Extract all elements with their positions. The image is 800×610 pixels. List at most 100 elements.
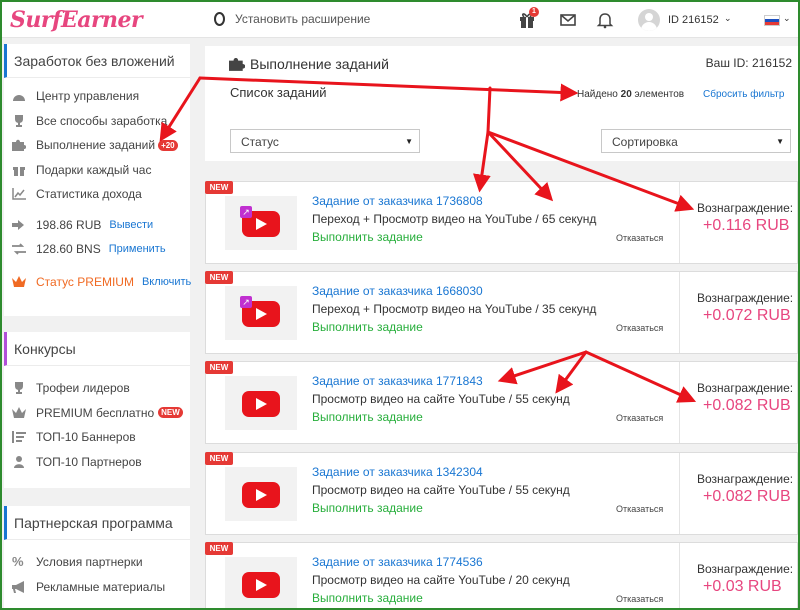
- task-thumbnail[interactable]: [225, 557, 297, 608]
- task-title-link[interactable]: Задание от заказчика 1771843: [312, 374, 483, 388]
- reward-label: Вознаграждение:: [697, 472, 794, 486]
- task-title-link[interactable]: Задание от заказчика 1774536: [312, 555, 483, 569]
- exchange-icon: [12, 243, 26, 255]
- crown-icon: [12, 406, 26, 418]
- sidebar-item-top-partners[interactable]: ТОП-10 Партнеров: [4, 450, 190, 475]
- crown-icon: [12, 275, 26, 287]
- found-count: 20: [620, 89, 632, 100]
- your-id: Ваш ID: 216152: [705, 56, 792, 70]
- task-description: Просмотр видео на сайте YouTube / 55 сек…: [312, 392, 570, 406]
- skip-task-link[interactable]: Отказаться: [616, 594, 663, 604]
- premium-row: Статус PREMIUM Включить: [4, 270, 191, 295]
- puzzle-icon: [12, 140, 26, 152]
- opera-icon: [214, 12, 225, 26]
- flag-ru-icon[interactable]: [764, 15, 780, 26]
- new-badge: NEW: [205, 452, 233, 465]
- new-badge: NEW: [205, 361, 233, 374]
- sidebar-item-label: Трофеи лидеров: [36, 381, 130, 396]
- sidebar-item-label: Выполнение заданий: [36, 138, 156, 153]
- reward-label: Вознаграждение:: [697, 201, 794, 215]
- withdraw-link[interactable]: Вывести: [109, 219, 153, 231]
- status-select[interactable]: Статус ▼: [230, 129, 420, 153]
- task-title-link[interactable]: Задание от заказчика 1342304: [312, 465, 483, 479]
- youtube-icon: [242, 482, 280, 508]
- do-task-link[interactable]: Выполнить задание: [312, 230, 423, 244]
- divider: [679, 453, 680, 534]
- reward-value: +0.03 RUB: [703, 578, 782, 595]
- trophy-icon: [15, 382, 23, 395]
- percent-icon: %: [12, 554, 24, 570]
- sidebar-item-leader-trophies[interactable]: Трофеи лидеров: [4, 376, 190, 401]
- skip-task-link[interactable]: Отказаться: [616, 233, 663, 243]
- user-id[interactable]: ID 216152: [668, 14, 719, 26]
- do-task-link[interactable]: Выполнить задание: [312, 591, 423, 605]
- reset-filter-link[interactable]: Сбросить фильтр: [703, 89, 784, 100]
- sidebar-item-label: Статистика дохода: [36, 187, 142, 202]
- sidebar-partner-title: Партнерская программа: [4, 506, 190, 540]
- task-thumbnail[interactable]: [225, 376, 297, 430]
- browser-page: SurfEarner Установить расширение 1 ID 21…: [2, 2, 798, 608]
- divider: [679, 362, 680, 443]
- apply-link[interactable]: Применить: [109, 243, 166, 255]
- task-description: Просмотр видео на сайте YouTube / 55 сек…: [312, 483, 570, 497]
- reward-label: Вознаграждение:: [697, 381, 794, 395]
- sidebar-item-control-center[interactable]: Центр управления: [4, 84, 190, 109]
- do-task-link[interactable]: Выполнить задание: [312, 501, 423, 515]
- sidebar-item-partner-terms[interactable]: % Условия партнерки: [4, 550, 190, 575]
- megaphone-icon: [12, 580, 24, 593]
- premium-status: Статус PREMIUM: [36, 274, 134, 289]
- do-task-link[interactable]: Выполнить задание: [312, 410, 423, 424]
- task-thumbnail[interactable]: [225, 467, 297, 521]
- bell-icon[interactable]: [596, 11, 614, 29]
- youtube-icon: [242, 391, 280, 417]
- top-bar: SurfEarner Установить расширение 1 ID 21…: [2, 2, 798, 38]
- reward-label: Вознаграждение:: [697, 562, 794, 576]
- sidebar-item-label: PREMIUM бесплатно: [36, 405, 155, 420]
- sidebar-item-tasks[interactable]: Выполнение заданий +20: [4, 133, 190, 158]
- youtube-icon: [242, 572, 280, 598]
- sidebar-item-income-stats[interactable]: Статистика дохода: [4, 182, 190, 207]
- avatar[interactable]: [638, 9, 660, 31]
- found-suffix: элементов: [631, 89, 685, 100]
- caret-down-icon: ▼: [776, 137, 784, 146]
- install-extension-link[interactable]: Установить расширение: [214, 12, 370, 26]
- user-icon: [14, 455, 24, 468]
- reward-label: Вознаграждение:: [697, 291, 794, 305]
- share-icon: ↗: [240, 296, 252, 308]
- sidebar-item-top-banners[interactable]: ТОП-10 Баннеров: [4, 425, 190, 450]
- divider: [679, 182, 680, 263]
- sidebar-item-promo-materials[interactable]: Рекламные материалы: [4, 575, 190, 600]
- task-thumbnail[interactable]: ↗: [225, 196, 297, 250]
- sidebar-item-label: Все способы заработка: [36, 113, 168, 128]
- sidebar-item-premium-free[interactable]: PREMIUM бесплатно NEW: [4, 401, 190, 426]
- task-thumbnail[interactable]: ↗: [225, 286, 297, 340]
- tasks-count-badge: +20: [158, 139, 178, 151]
- chevron-down-icon[interactable]: ⌄: [783, 13, 791, 24]
- sidebar-item-label: Подарки каждый час: [36, 162, 152, 177]
- sidebar-item-hourly-gifts[interactable]: Подарки каждый час: [4, 158, 190, 183]
- mail-icon[interactable]: [559, 11, 577, 29]
- do-task-link[interactable]: Выполнить задание: [312, 320, 423, 334]
- sidebar-item-all-ways[interactable]: Все способы заработка: [4, 109, 190, 134]
- sidebar-item-label: ТОП-10 Баннеров: [36, 430, 136, 445]
- sidebar-contests-card: Конкурсы Трофеи лидеров PREMIUM бесплатн…: [4, 332, 190, 488]
- install-extension-label: Установить расширение: [235, 12, 371, 26]
- task-card: NEW Задание от заказчика 1774536 Просмот…: [205, 542, 798, 608]
- balance-bns: 128.60 BNS: [36, 242, 101, 257]
- reward-value: +0.072 RUB: [703, 307, 791, 324]
- sort-select[interactable]: Сортировка ▼: [601, 129, 791, 153]
- skip-task-link[interactable]: Отказаться: [616, 413, 663, 423]
- balance-rub: 198.86 RUB: [36, 217, 102, 232]
- skip-task-link[interactable]: Отказаться: [616, 323, 663, 333]
- enable-premium-link[interactable]: Включить: [142, 276, 191, 288]
- gift-icon: [13, 166, 25, 176]
- sidebar-partner-card: Партнерская программа % Условия партнерк…: [4, 506, 190, 608]
- logo[interactable]: SurfEarner: [10, 7, 143, 33]
- chevron-down-icon[interactable]: ⌄: [724, 13, 732, 24]
- skip-task-link[interactable]: Отказаться: [616, 504, 663, 514]
- task-title-link[interactable]: Задание от заказчика 1736808: [312, 194, 483, 208]
- task-title-link[interactable]: Задание от заказчика 1668030: [312, 284, 483, 298]
- new-badge: NEW: [205, 271, 233, 284]
- task-description: Переход + Просмотр видео на YouTube / 65…: [312, 212, 597, 226]
- page-title: Выполнение заданий: [250, 56, 389, 72]
